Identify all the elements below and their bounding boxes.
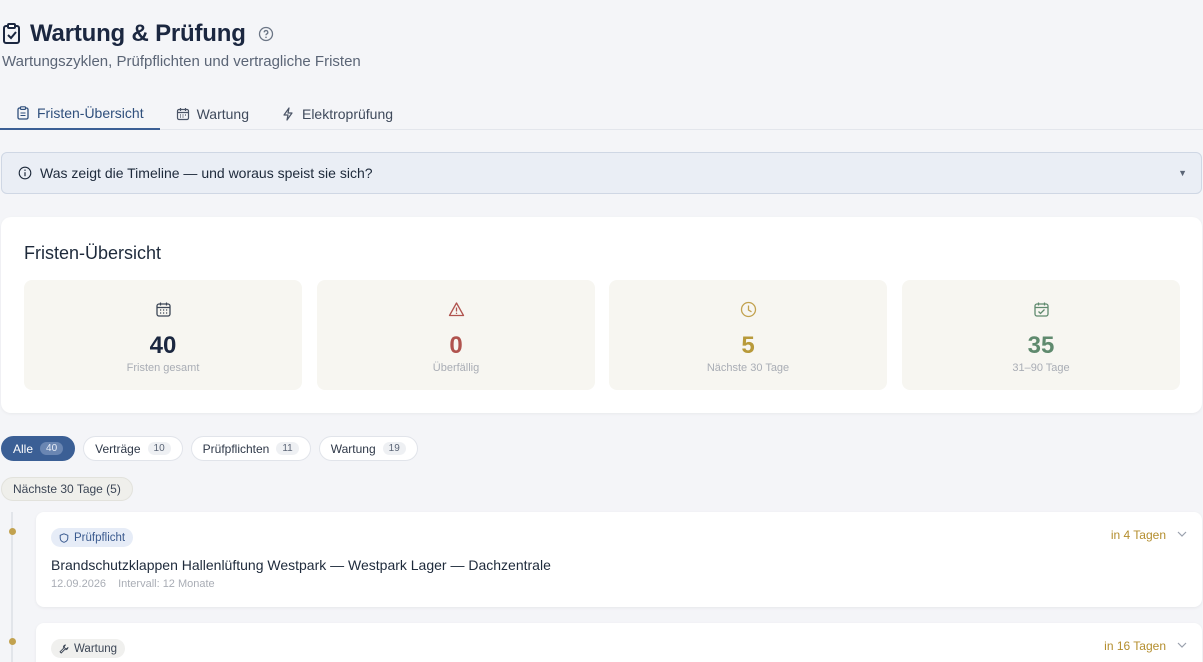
calendar-icon [176,107,189,120]
stat-value: 5 [741,332,755,359]
item-title: Brandschutzklappen Hallenlüftung Westpar… [51,557,551,573]
info-accordion-label: Was zeigt die Timeline — und woraus spei… [40,165,373,181]
help-icon[interactable] [258,26,274,42]
stat-value: 0 [449,332,463,359]
fristen-overview-card: Fristen-Übersicht 40 Fristen gesamt 0 Üb… [1,217,1202,413]
badge-label: Wartung [74,642,118,655]
tab-label: Fristen-Übersicht [37,105,144,121]
stat-overdue: 0 Überfällig [317,280,595,390]
timeline-dot [9,638,16,645]
shield-icon [59,532,69,543]
overview-title: Fristen-Übersicht [24,243,162,263]
info-icon [18,166,32,180]
badge-label: Prüfpflicht [74,531,126,544]
stat-label: Überfällig [432,362,480,374]
chip-label: Verträge [95,441,141,456]
tab-label: Elektroprüfung [301,105,394,122]
warning-icon [448,302,465,317]
chevron-down-icon[interactable] [1176,528,1188,540]
timeline-item[interactable]: Prüfpflicht Brandschutzklappen Hallenlüf… [36,512,1202,607]
caret-down-icon: ▼ [1178,168,1187,178]
chip-count: 11 [276,442,299,455]
tab-fristen-uebersicht[interactable]: Fristen-Übersicht [0,98,160,130]
page-title: Wartung & Prüfung [30,20,246,47]
item-meta: 12.09.2026 Intervall: 12 Monate [51,578,215,590]
stat-total: 40 Fristen gesamt [24,280,302,390]
stat-next-30-days: 5 Nächste 30 Tage [609,280,887,390]
filter-chip-alle[interactable]: Alle 40 [1,436,76,461]
item-interval: Intervall: 12 Monate [118,578,215,590]
clipboard-icon [17,106,29,120]
stat-value: 35 [1027,332,1055,359]
page-header: Wartung & Prüfung Wartungszyklen, Prüfpf… [2,20,361,70]
wrench-icon [59,644,69,653]
item-date: 12.09.2026 [51,578,107,590]
item-due: in 4 Tagen [1110,528,1166,542]
calendar-check-icon [1034,302,1049,317]
tab-elektropruefung[interactable]: Elektroprüfung [265,98,409,129]
clipboard-check-icon [3,23,20,44]
timeline-section-label: Nächste 30 Tage (5) [1,477,133,501]
chip-count: 10 [147,442,171,455]
tab-wartung[interactable]: Wartung [160,98,265,129]
stat-label: Fristen gesamt [126,362,200,374]
timeline-item[interactable]: Wartung in 16 Tagen [36,623,1202,662]
chip-label: Wartung [330,441,376,456]
filter-chip-vertraege[interactable]: Verträge 10 [83,436,183,461]
lightning-icon [283,106,293,121]
page-subtitle: Wartungszyklen, Prüfpflichten und vertra… [2,53,361,70]
filter-chips: Alle 40 Verträge 10 Prüfpflichten 11 War… [1,436,418,461]
tab-label: Wartung [196,105,249,122]
stat-label: Nächste 30 Tage [706,362,790,374]
stat-31-90-days: 35 31–90 Tage [902,280,1180,390]
item-due: in 16 Tagen [1104,639,1166,653]
filter-chip-pruefpflichten[interactable]: Prüfpflichten 11 [190,436,311,461]
calendar-icon [156,302,171,317]
clock-icon [740,301,757,318]
timeline-dot [9,528,16,535]
chip-count: 40 [40,442,64,455]
stat-label: 31–90 Tage [1012,362,1070,374]
chip-label: Prüfpflichten [202,441,270,456]
filter-chip-wartung[interactable]: Wartung 19 [318,436,418,461]
chevron-down-icon[interactable] [1176,639,1188,651]
chip-label: Alle [13,441,34,456]
chip-count: 19 [382,442,406,455]
timeline-info-accordion[interactable]: Was zeigt die Timeline — und woraus spei… [1,152,1202,194]
type-badge-wartung: Wartung [51,639,126,658]
type-badge-pruefpflicht: Prüfpflicht [51,528,134,547]
tab-bar: Fristen-Übersicht Wartung Elektroprüfung [0,98,1203,130]
stat-value: 40 [149,332,177,359]
